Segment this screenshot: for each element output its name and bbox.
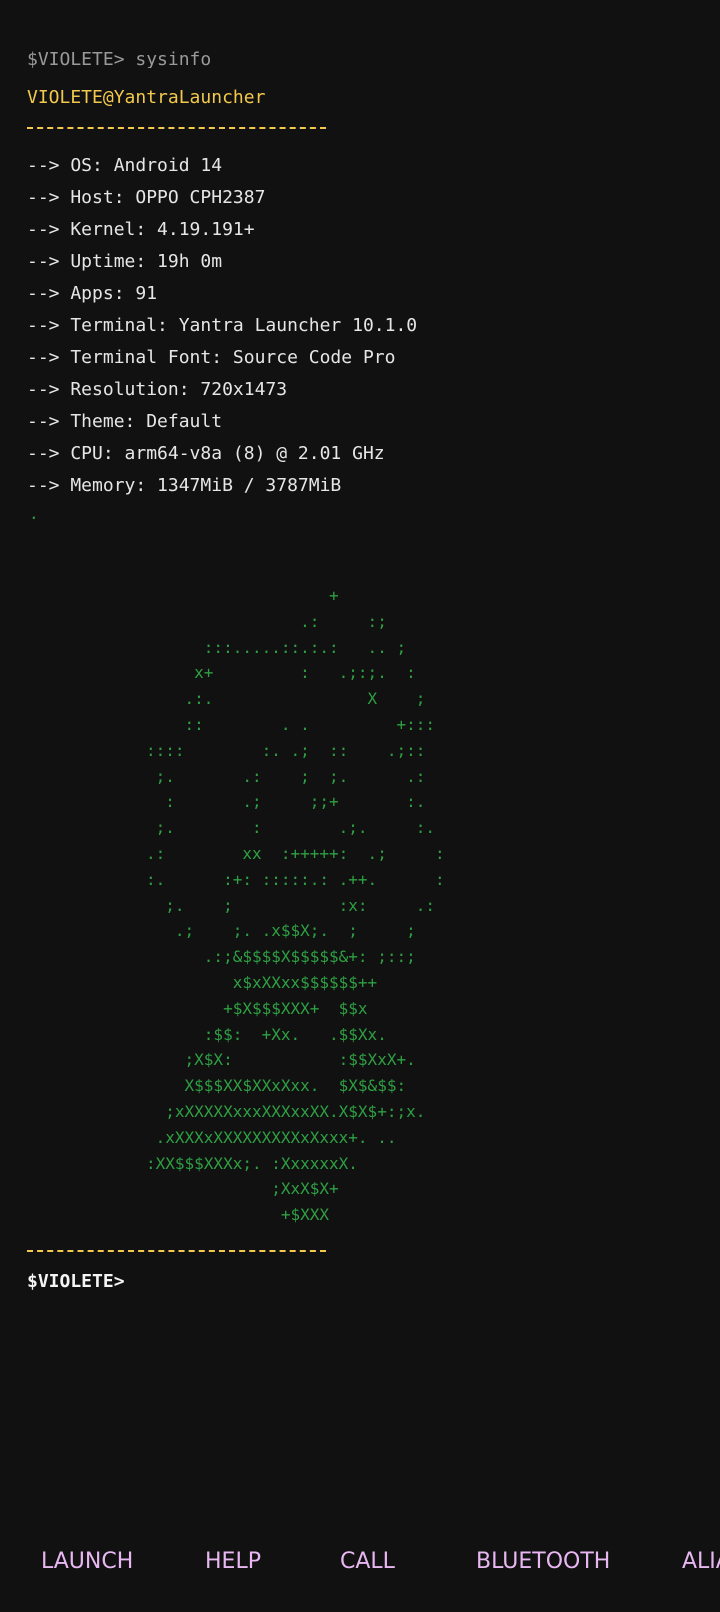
sysinfo-theme: --> Theme: Default: [27, 411, 223, 432]
sysinfo-uptime: --> Uptime: 19h 0m: [27, 251, 223, 272]
sysinfo-cpu: --> CPU: arm64-v8a (8) @ 2.01 GHz: [27, 443, 385, 464]
sysinfo-resolution: --> Resolution: 720x1473: [27, 379, 288, 400]
bluetooth-button[interactable]: BLUETOOTH: [476, 1540, 610, 1584]
help-button[interactable]: HELP: [205, 1540, 261, 1584]
sysinfo-kernel: --> Kernel: 4.19.191+: [27, 219, 255, 240]
sysinfo-host: --> Host: OPPO CPH2387: [27, 187, 266, 208]
sysinfo-os: --> OS: Android 14: [27, 155, 223, 176]
user-host-header: VIOLETE@YantraLauncher: [27, 87, 266, 108]
ascii-art-logo: + .: :; :::.....::.:.: .. ; x+ : .;:;. :…: [146, 586, 445, 1225]
sysinfo-terminal-font: --> Terminal Font: Source Code Pro: [27, 347, 396, 368]
sysinfo-memory: --> Memory: 1347MiB / 3787MiB: [27, 475, 342, 496]
previous-command-line: $VIOLETE> sysinfo: [27, 49, 212, 68]
sysinfo-terminal: --> Terminal: Yantra Launcher 10.1.0: [27, 315, 418, 336]
separator-top: [27, 127, 326, 129]
launch-button[interactable]: LAUNCH: [41, 1540, 133, 1584]
command-prompt[interactable]: $VIOLETE>: [27, 1270, 125, 1294]
sysinfo-list: --> OS: Android 14 --> Host: OPPO CPH238…: [27, 150, 417, 502]
call-button[interactable]: CALL: [340, 1540, 395, 1584]
sysinfo-apps: --> Apps: 91: [27, 283, 158, 304]
dot-marker: .: [29, 504, 39, 523]
separator-bottom: [27, 1250, 326, 1252]
suggestion-bar: LAUNCH HELP CALL BLUETOOTH ALIAS: [0, 1540, 720, 1584]
alias-button[interactable]: ALIAS: [682, 1540, 720, 1584]
